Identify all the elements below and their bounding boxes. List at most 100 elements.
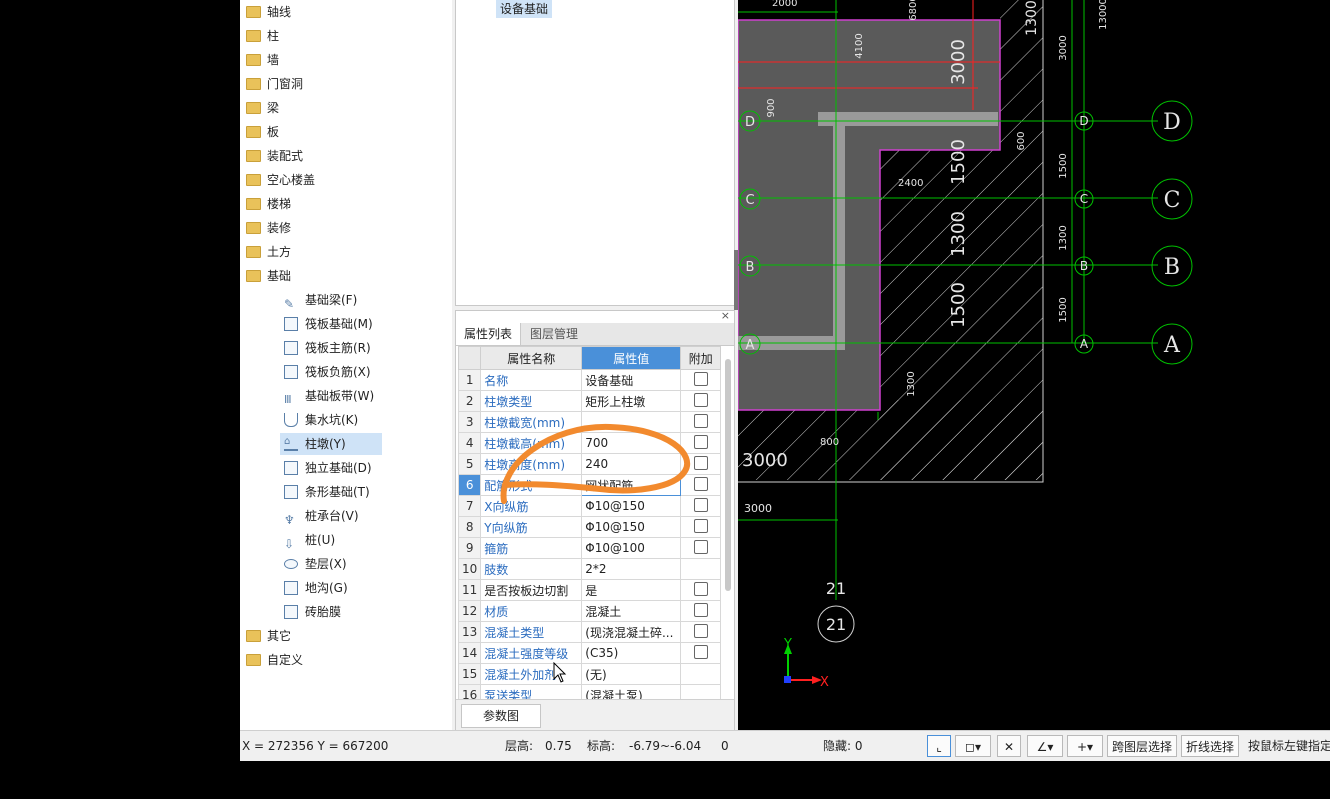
property-value[interactable]: (无) xyxy=(581,663,682,685)
extra-checkbox[interactable] xyxy=(693,644,708,659)
property-row[interactable]: 10 肢数 2*2 xyxy=(457,558,722,580)
snap-icon: ◻▾ xyxy=(965,740,981,754)
property-extra[interactable] xyxy=(680,621,722,643)
folder-icon xyxy=(246,101,261,114)
snap-button[interactable]: ◻▾ xyxy=(955,735,991,757)
tree-item-foundation-beam[interactable]: ✎ 基础梁(F) xyxy=(284,289,357,311)
tree-item-strip-footing[interactable]: 条形基础(T) xyxy=(284,481,370,503)
property-extra[interactable] xyxy=(680,600,722,622)
property-value[interactable]: 是 xyxy=(581,579,682,601)
property-row[interactable]: 12 材质 混凝土 xyxy=(457,600,722,622)
cross-layer-select-button[interactable]: 跨图层选择 xyxy=(1107,735,1177,757)
axis-label-a-left: A xyxy=(746,338,755,353)
property-row[interactable]: 13 混凝土类型 (现浇混凝土碎... xyxy=(457,621,722,643)
property-row[interactable]: 1 名称 设备基础 xyxy=(457,369,722,391)
property-name: 肢数 xyxy=(480,558,583,580)
property-value[interactable]: 混凝土 xyxy=(581,600,682,622)
axis-label-c: C xyxy=(1080,192,1088,206)
close-icon[interactable]: × xyxy=(721,309,730,322)
insert-button[interactable]: +▾ xyxy=(1067,735,1103,757)
tree-folder-custom[interactable]: 自定义 xyxy=(246,649,303,671)
tree-item-pile[interactable]: ⇩ 桩(U) xyxy=(284,529,335,551)
property-extra[interactable] xyxy=(680,558,722,580)
row-number: 2 xyxy=(457,390,482,412)
cushion-icon xyxy=(284,558,298,569)
extra-checkbox[interactable] xyxy=(693,539,708,554)
tree-folder-foundation[interactable]: 基础 xyxy=(246,265,291,287)
tree-folder-other[interactable]: 其它 xyxy=(246,625,291,647)
tree-item-pier[interactable]: ⌂ 柱墩(Y) xyxy=(280,433,382,455)
axis-label-d-left: D xyxy=(745,115,755,130)
tree-folder-earthwork[interactable]: 土方 xyxy=(246,241,291,263)
extra-checkbox[interactable] xyxy=(693,602,708,617)
property-value[interactable]: 设备基础 xyxy=(581,369,682,391)
property-extra[interactable] xyxy=(680,642,722,664)
row-number: 11 xyxy=(457,579,482,601)
tree-item-isolated-footing[interactable]: 独立基础(D) xyxy=(284,457,372,479)
tree-item-sump[interactable]: 集水坑(K) xyxy=(284,409,358,431)
folder-icon xyxy=(246,653,261,666)
property-row[interactable]: 14 混凝土强度等级 (C35) xyxy=(457,642,722,664)
tree-folder-wall[interactable]: 墙 xyxy=(246,49,279,71)
header-prop-value: 属性值 xyxy=(581,346,682,370)
cursor-arrow-icon xyxy=(553,662,567,683)
floor-height-label: 层高: xyxy=(505,739,534,753)
tab-layer-manage[interactable]: 图层管理 xyxy=(522,323,586,345)
tree-item-brick-form[interactable]: 砖胎膜 xyxy=(284,601,341,623)
tree-item-raft[interactable]: 筏板基础(M) xyxy=(284,313,373,335)
tree-folder-slab[interactable]: 板 xyxy=(246,121,279,143)
tree-item-raft-neg-rebar[interactable]: 筏板负筋(X) xyxy=(284,361,371,383)
cross-button[interactable]: ✕ xyxy=(997,735,1021,757)
property-value[interactable]: 2*2 xyxy=(581,558,682,580)
dim-small-6800: 6800 xyxy=(908,0,919,21)
tab-property-list[interactable]: 属性列表 xyxy=(456,323,522,345)
property-row[interactable]: 11 是否按板边切割是 xyxy=(457,579,722,601)
extra-checkbox[interactable] xyxy=(693,623,708,638)
axis-label-b: B xyxy=(1080,259,1088,273)
tree-folder-column[interactable]: 柱 xyxy=(246,25,279,47)
tree-item-pile-cap[interactable]: ♆ 桩承台(V) xyxy=(284,505,359,527)
elevation-value: -6.79~-6.04 xyxy=(629,739,702,753)
dim-small-1500: 1500 xyxy=(1058,153,1069,178)
property-value[interactable]: Φ10@100 xyxy=(581,537,682,559)
extra-checkbox[interactable] xyxy=(693,371,708,386)
row-number: 6 xyxy=(457,474,482,496)
polyline-select-button[interactable]: 折线选择 xyxy=(1181,735,1239,757)
tree-folder-finish[interactable]: 装修 xyxy=(246,217,291,239)
tree-folder-opening[interactable]: 门窗洞 xyxy=(246,73,303,95)
angle-button[interactable]: ∠▾ xyxy=(1027,735,1063,757)
tree-item-raft-main-rebar[interactable]: 筏板主筋(R) xyxy=(284,337,371,359)
dim-small-3000b: 3000 xyxy=(744,502,772,515)
property-extra[interactable] xyxy=(680,369,722,391)
tree-item-trench[interactable]: 地沟(G) xyxy=(284,577,348,599)
tree-folder-beam[interactable]: 梁 xyxy=(246,97,279,119)
tree-folder-prefab[interactable]: 装配式 xyxy=(246,145,303,167)
property-value[interactable]: (C35) xyxy=(581,642,682,664)
row-number: 3 xyxy=(457,411,482,433)
strip-footing-icon xyxy=(284,484,298,499)
property-name: 箍筋 xyxy=(480,537,583,559)
tree-folder-axis[interactable]: 轴线 xyxy=(246,1,291,23)
property-extra[interactable] xyxy=(680,579,722,601)
property-row[interactable]: 15 混凝土外加剂 (无) xyxy=(457,663,722,685)
ortho-button[interactable]: ⌞ xyxy=(927,735,951,757)
dim-1500-v2: 1500 xyxy=(948,282,969,328)
button-bar: 参数图 xyxy=(456,699,734,732)
property-row[interactable]: 9 箍筋 Φ10@100 xyxy=(457,537,722,559)
row-number: 4 xyxy=(457,432,482,454)
tree-item-strip[interactable]: Ⅲ 基础板带(W) xyxy=(284,385,374,407)
scrollbar[interactable] xyxy=(725,359,731,591)
property-extra[interactable] xyxy=(680,537,722,559)
property-extra[interactable] xyxy=(680,663,722,685)
property-value[interactable]: (现浇混凝土碎... xyxy=(581,621,682,643)
component-list-item-selected[interactable]: 设备基础 xyxy=(496,0,553,18)
tree-item-cushion[interactable]: 垫层(X) xyxy=(284,553,347,575)
angle-icon: ∠▾ xyxy=(1036,740,1054,754)
dim-small-600: 600 xyxy=(1016,131,1027,150)
elevation-label: 标高: xyxy=(587,739,616,753)
extra-checkbox[interactable] xyxy=(693,581,708,596)
tree-folder-hollow-floor[interactable]: 空心楼盖 xyxy=(246,169,315,191)
tree-folder-stair[interactable]: 楼梯 xyxy=(246,193,291,215)
param-diagram-button[interactable]: 参数图 xyxy=(461,704,541,728)
cad-canvas[interactable]: D C B A D C B A D C B A 3000 1500 1300 1… xyxy=(738,0,1330,730)
